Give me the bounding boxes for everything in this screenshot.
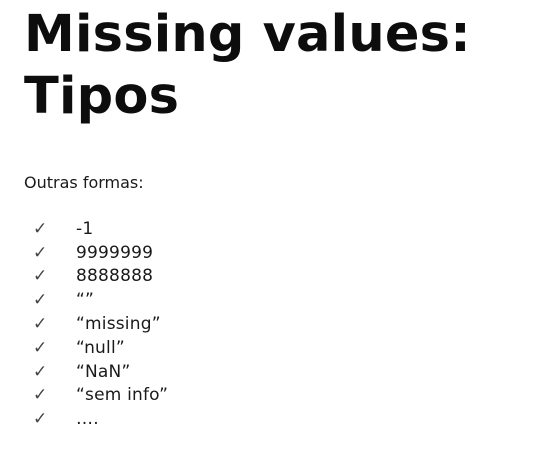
check-icon: ✓ <box>33 242 48 263</box>
list-item: ✓ “missing” <box>33 312 168 336</box>
list-item-text: “null” <box>76 337 125 358</box>
slide-title: Missing values: Tipos <box>24 4 471 128</box>
list-item: ✓ 8888888 <box>33 265 168 289</box>
list-item-text: “sem info” <box>76 385 169 406</box>
check-icon: ✓ <box>33 409 48 430</box>
list-item: ✓ “NaN” <box>33 360 168 384</box>
slide-title-line-2: Tipos <box>24 67 180 126</box>
list-item: ✓ …. <box>33 407 168 431</box>
list-item-text: 9999999 <box>76 242 154 263</box>
slide: Missing values: Tipos Outras formas: ✓ -… <box>0 0 551 461</box>
check-icon: ✓ <box>33 385 48 406</box>
list-item: ✓ “sem info” <box>33 384 168 408</box>
list-item: ✓ -1 <box>33 217 168 241</box>
check-icon: ✓ <box>33 290 48 311</box>
check-icon: ✓ <box>33 337 48 358</box>
check-icon: ✓ <box>33 266 48 287</box>
intro-text: Outras formas: <box>24 173 144 192</box>
list-item: ✓ “null” <box>33 336 168 360</box>
list-item-text: “” <box>76 290 95 311</box>
list-item: ✓ 9999999 <box>33 241 168 265</box>
list-item-text: -1 <box>76 218 94 239</box>
missing-value-list: ✓ -1 ✓ 9999999 ✓ 8888888 ✓ “” ✓ “missing… <box>33 217 168 431</box>
check-icon: ✓ <box>33 361 48 382</box>
slide-title-line-1: Missing values: <box>24 5 471 64</box>
list-item-text: “NaN” <box>76 361 131 382</box>
list-item: ✓ “” <box>33 288 168 312</box>
list-item-text: “missing” <box>76 314 161 335</box>
check-icon: ✓ <box>33 314 48 335</box>
list-item-text: …. <box>76 409 99 430</box>
check-icon: ✓ <box>33 218 48 239</box>
list-item-text: 8888888 <box>76 266 154 287</box>
